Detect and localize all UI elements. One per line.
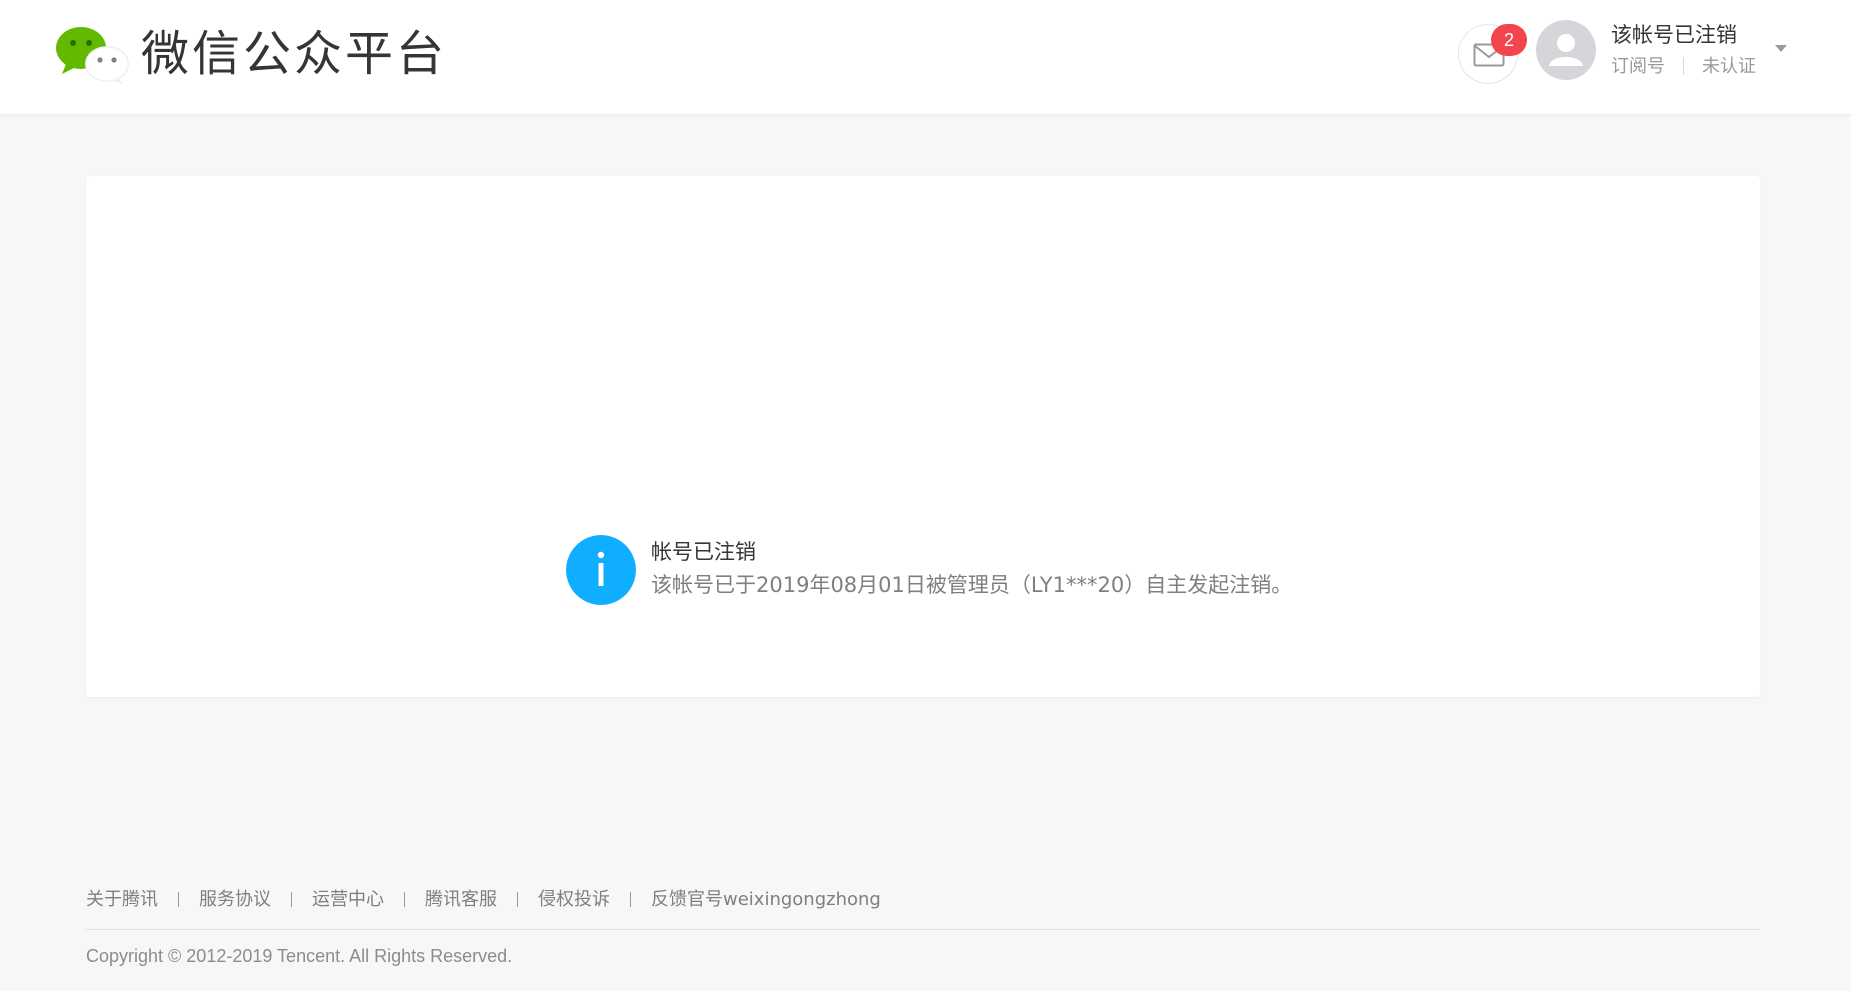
avatar[interactable] <box>1536 20 1596 80</box>
footer-divider <box>178 892 179 907</box>
account-name[interactable]: 该帐号已注销 <box>1611 20 1737 50</box>
copyright: Copyright © 2012-2019 Tencent. All Right… <box>86 946 513 966</box>
meta-divider <box>1683 57 1684 75</box>
user-icon <box>1549 34 1583 66</box>
wechat-logo-icon[interactable] <box>52 22 132 86</box>
chevron-down-icon[interactable] <box>1775 45 1787 52</box>
footer-divider <box>517 892 518 907</box>
footer-divider <box>291 892 292 907</box>
footer-links: 关于腾讯 服务协议 运营中心 腾讯客服 侵权投诉 反馈官号weixingongzhong <box>86 886 881 914</box>
top-header: 微信公众平台 2 该帐号已注销 订阅号 未认证 <box>0 0 1851 115</box>
info-icon <box>566 535 636 605</box>
account-meta: 订阅号 未认证 <box>1611 54 1756 80</box>
footer-link-operations-center[interactable]: 运营中心 <box>312 889 384 910</box>
footer-link-customer-service[interactable]: 腾讯客服 <box>425 889 497 910</box>
main-card <box>86 176 1760 697</box>
notice-description: 该帐号已于2019年08月01日被管理员（LY1***20）自主发起注销。 <box>651 573 1293 597</box>
message-count-badge: 2 <box>1491 24 1527 56</box>
footer-link-about[interactable]: 关于腾讯 <box>86 889 158 910</box>
platform-title[interactable]: 微信公众平台 <box>141 22 447 86</box>
footer-link-feedback[interactable]: 反馈官号weixingongzhong <box>651 889 881 910</box>
verification-status: 未认证 <box>1702 56 1756 77</box>
account-type: 订阅号 <box>1611 56 1665 77</box>
notice-title: 帐号已注销 <box>651 540 756 564</box>
footer-divider-line <box>86 929 1760 930</box>
footer-divider <box>404 892 405 907</box>
footer-link-service-agreement[interactable]: 服务协议 <box>199 889 271 910</box>
footer-divider <box>630 892 631 907</box>
footer-link-infringement[interactable]: 侵权投诉 <box>538 889 610 910</box>
